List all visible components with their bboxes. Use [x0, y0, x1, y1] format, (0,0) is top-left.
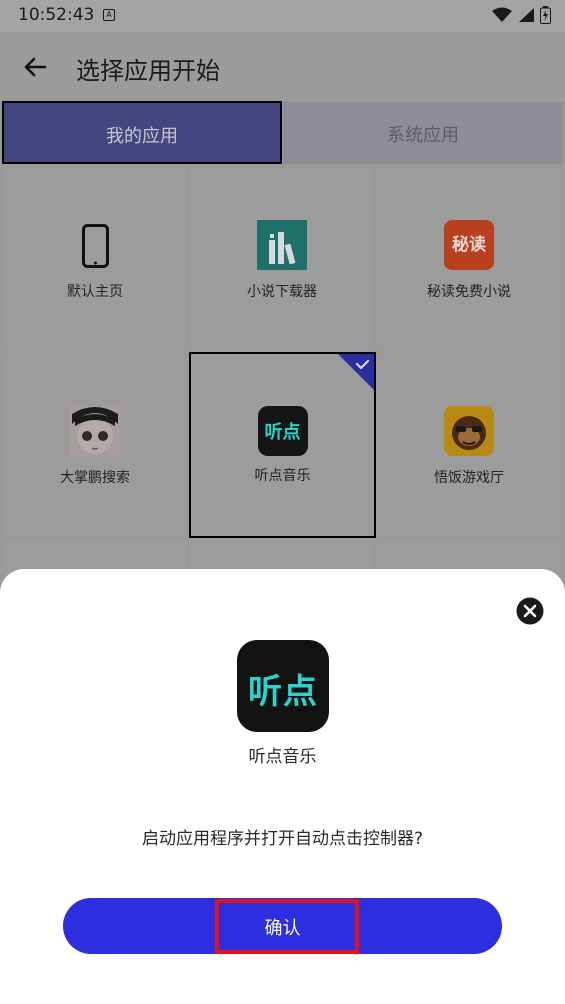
app-label: 小说下载器: [247, 284, 317, 300]
anime-avatar-icon: [70, 406, 120, 456]
dialog-question: 启动应用程序并打开自动点击控制器?: [141, 829, 424, 849]
tab-bar: 我的应用 系统应用: [0, 100, 565, 166]
status-icons: [492, 6, 551, 24]
monkey-icon: [444, 406, 494, 456]
status-bar: 10:52:43 A: [0, 0, 565, 32]
novel-downloader-icon: [257, 220, 307, 270]
tingdian-icon: 听点: [237, 640, 329, 732]
check-icon: [338, 354, 374, 390]
miread-icon-text: 秘读: [452, 235, 486, 255]
app-cell-tingdian[interactable]: 听点 听点音乐: [189, 352, 376, 538]
wifi-icon: [492, 7, 512, 22]
arrow-left-icon[interactable]: [20, 52, 50, 82]
tab-system-apps[interactable]: 系统应用: [283, 102, 563, 164]
app-bar: 选择应用开始: [0, 32, 565, 100]
signal-icon: [519, 8, 534, 22]
app-cell-miread[interactable]: 秘读 秘读免费小说: [378, 168, 560, 350]
tingdian-icon: 听点: [257, 406, 308, 456]
battery-icon: [540, 6, 551, 24]
miread-icon: 秘读: [444, 220, 494, 270]
confirm-highlight-box: [215, 899, 359, 954]
app-cell-novel-downloader[interactable]: 小说下载器: [191, 168, 373, 350]
app-cell-default-home[interactable]: 默认主页: [4, 168, 186, 350]
tingdian-icon-text: 听点: [264, 422, 301, 443]
tab-label: 我的应用: [106, 126, 178, 147]
app-label: 秘读免费小说: [427, 284, 511, 300]
app-cell-wufan[interactable]: 悟饭游戏厅: [378, 354, 560, 536]
tab-label: 系统应用: [387, 125, 459, 146]
phone-icon: [82, 224, 109, 268]
app-label: 大掌鹏搜索: [60, 470, 130, 486]
page-title: 选择应用开始: [76, 57, 220, 85]
notification-icon: A: [103, 9, 115, 21]
close-icon[interactable]: [516, 597, 544, 625]
app-label: 听点音乐: [254, 468, 311, 484]
status-time: 10:52:43: [18, 5, 95, 25]
tab-my-apps[interactable]: 我的应用: [2, 101, 282, 164]
dialog-app-name: 听点音乐: [248, 747, 317, 767]
tingdian-icon-text: 听点: [248, 672, 318, 712]
app-cell-dazhangpeng[interactable]: 大掌鹏搜索: [4, 354, 186, 536]
app-label: 悟饭游戏厅: [434, 470, 504, 486]
app-label: 默认主页: [67, 284, 123, 300]
